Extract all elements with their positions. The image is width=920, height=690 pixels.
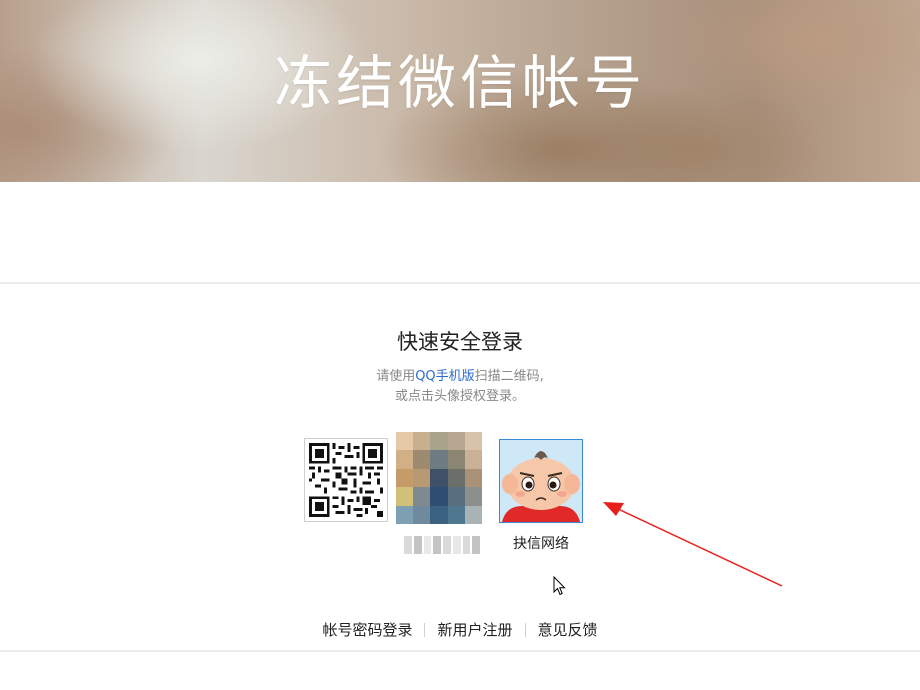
desc-line2: 或点击头像授权登录。 (394, 389, 525, 404)
qr-code (304, 438, 388, 522)
page-title: 冻结微信帐号 (273, 49, 646, 117)
account-avatar-cartoon[interactable] (499, 439, 583, 523)
feedback-link[interactable]: 意见反馈 (526, 619, 610, 640)
mouse-cursor-icon (553, 576, 566, 596)
account-name: 抉信网络 (513, 536, 569, 552)
desc-prefix: 请使用 (376, 369, 416, 384)
account-avatar-blurred[interactable] (396, 432, 482, 524)
account-name-blurred (404, 536, 480, 554)
qq-mobile-link[interactable]: QQ手机版 (415, 369, 474, 384)
qr-code-icon (309, 443, 383, 517)
register-link[interactable]: 新用户注册 (425, 619, 524, 640)
login-title: 快速安全登录 (397, 330, 523, 354)
footer-links: 帐号密码登录 新用户注册 意见反馈 (0, 619, 920, 640)
password-login-link[interactable]: 帐号密码登录 (310, 619, 424, 640)
top-divider (0, 282, 920, 284)
cartoon-avatar-image (500, 440, 582, 522)
hero-banner: 冻结微信帐号 (0, 0, 920, 182)
desc-suffix: 扫描二维码, (474, 369, 544, 384)
page: 冻结微信帐号 快速安全登录 请使用QQ手机版扫描二维码, 或点击头像授权登录。 (0, 0, 920, 690)
bottom-divider (0, 650, 920, 652)
login-description: 请使用QQ手机版扫描二维码, 或点击头像授权登录。 (0, 367, 920, 407)
